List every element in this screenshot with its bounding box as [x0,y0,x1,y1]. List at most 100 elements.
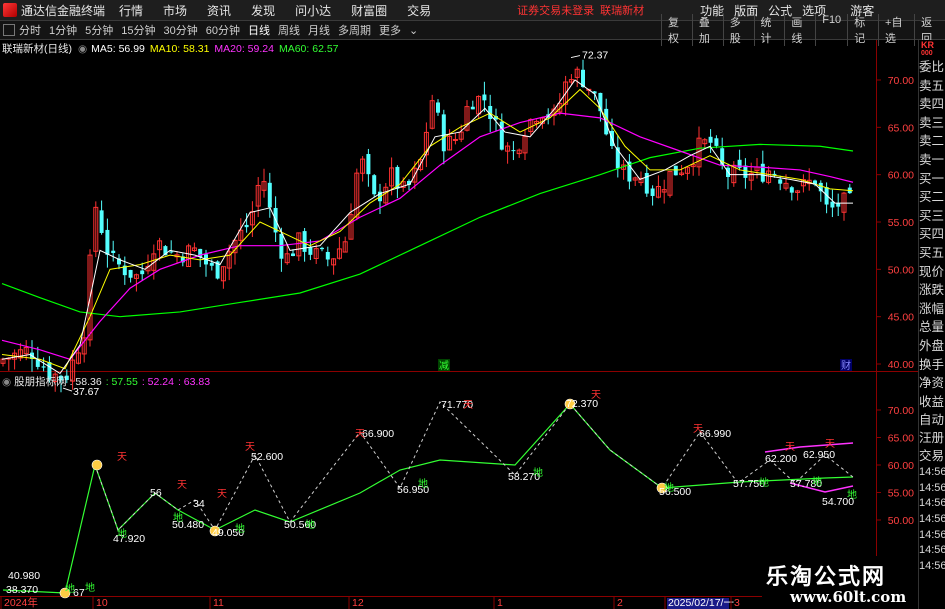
ground-marker: 地 [117,527,127,540]
y-tick-label: 65.00 [888,122,914,134]
x-axis-label: 1 [497,597,503,609]
kline-chart[interactable]: 70.00 65.00 60.00 55.00 50.00 45.00 40.00 72.37… [0,0,918,609]
x-axis-label: 11 [213,597,224,609]
indicator-title: 股朋指标网 : 58.36 [14,376,102,388]
sidebar-row[interactable]: 交易 [919,447,945,465]
candle-body [372,175,377,195]
candle-body [760,163,765,182]
trade-time: 14:56 [919,466,945,479]
ground-marker: 地 [847,488,857,501]
indicator-point-label: 38.370 [6,584,38,596]
trade-time: 14:56 [919,544,945,557]
candle-body [470,106,475,110]
trade-time: 14:56 [919,528,945,541]
sidebar-row: 现价 [919,264,945,279]
ground-marker: 地 [418,477,428,490]
sky-marker: 天 [591,390,601,401]
candle-body [452,138,458,141]
candle-body [267,182,272,208]
candle-body [708,136,713,143]
indicator-point-label: 34 [193,498,205,510]
candle-body [169,251,174,253]
candle-body [111,250,116,253]
sidebar-row[interactable]: 自动 [919,411,945,429]
indicator-zigzag-line [94,401,854,531]
sky-marker: 天 [355,429,365,440]
sidebar-row: 卖五 [919,78,945,93]
sidebar-row: 外盘 [919,338,945,353]
candle-body [673,165,678,176]
indicator-point-label: 52.600 [251,451,283,463]
ma10-label: MA10: 58.31 [149,42,210,55]
candle-body [105,229,110,255]
indicator-value-3: : 63.83 [177,375,211,388]
candle-body [836,203,841,207]
sidebar-row: 买五 [919,245,945,260]
finance-badge-label: 财 [841,359,851,372]
dropdown-circle-icon[interactable]: ◉ [2,376,11,388]
sidebar-row: 买二 [919,190,945,205]
candle-body [714,138,719,146]
sidebar-row: 卖三 [919,115,945,130]
sky-marker: 天 [117,452,127,463]
candle-body [743,165,748,178]
signal-dot [91,459,103,471]
y-tick-label: 60.00 [888,170,914,182]
x-axis-label: 10 [96,597,108,609]
sidebar-row: 涨幅 [919,301,945,316]
indicator-point-label: 66.990 [699,428,731,440]
sidebar-row: 卖二 [919,134,945,149]
indicator-point-label: 62.200 [765,453,797,465]
sidebar-row: 总量 [919,320,945,335]
sidebar-row: 收益 [919,394,945,409]
candle-body [244,224,249,228]
sidebar-row: 卖一 [919,152,945,167]
indicator-point-label: 62.950 [803,449,835,461]
watermark-url: www.60lt.com [790,588,907,606]
candlestick-group [0,59,852,393]
y-tick-label: 55.00 [888,217,914,229]
y-tick-label: 45.00 [888,312,914,324]
ground-marker: 地 [812,475,822,488]
dropdown-circle-icon[interactable]: ◉ [78,43,87,55]
y-tick-label: 40.00 [888,359,914,371]
sidebar-corner-label: KR [921,40,934,50]
ma60-line [1,143,854,318]
candle-body [325,251,330,260]
candle-body [140,270,145,275]
candle-body [436,102,440,113]
quote-sidebar: KR 000 委比 卖五 卖四 卖三 卖二 卖一 买一 买二 买三 买四 买五 … [918,40,945,609]
x-axis-label: 2024年 [4,596,38,609]
ma5-label: MA5: 56.99 [91,42,145,55]
ground-marker: 地 [305,518,315,531]
sidebar-row: 买三 [919,208,945,223]
watermark-title: 乐淘公式网 [766,565,887,590]
indicator-value-2: : 52.24 [141,375,174,388]
ground-marker: 地 [235,522,245,535]
sky-marker: 天 [177,480,187,491]
reduce-badge-label: 减 [439,360,449,372]
sky-marker: 天 [245,442,255,453]
candle-body [308,247,313,255]
candle-body [366,154,371,175]
candle-body [511,150,516,152]
candle-body [499,121,504,150]
sidebar-row[interactable]: 汪册 [919,429,945,447]
trade-time: 14:56 [919,559,945,572]
candle-body [41,366,46,368]
candle-body [320,247,324,250]
candle-body [291,253,295,257]
candle-body [441,114,446,152]
y-tick-label: 50.00 [888,515,914,527]
sidebar-row: 买一 [919,171,945,186]
y-tick-label: 70.00 [888,405,914,417]
trade-time: 14:56 [919,513,945,526]
candle-body [789,187,794,193]
indicator-point-label: 66.900 [362,428,394,440]
sidebar-row: 换手 [919,357,945,372]
main-chart-legend: 联瑞新材(日线) ◉ MA5: 56.99 MA10: 58.31 MA20: … [2,42,339,56]
indicator-point-label: 40.980 [8,570,40,582]
y-tick-label: 50.00 [888,264,914,276]
x-axis-label: 3 [734,597,740,609]
ground-marker: 地 [664,481,674,494]
